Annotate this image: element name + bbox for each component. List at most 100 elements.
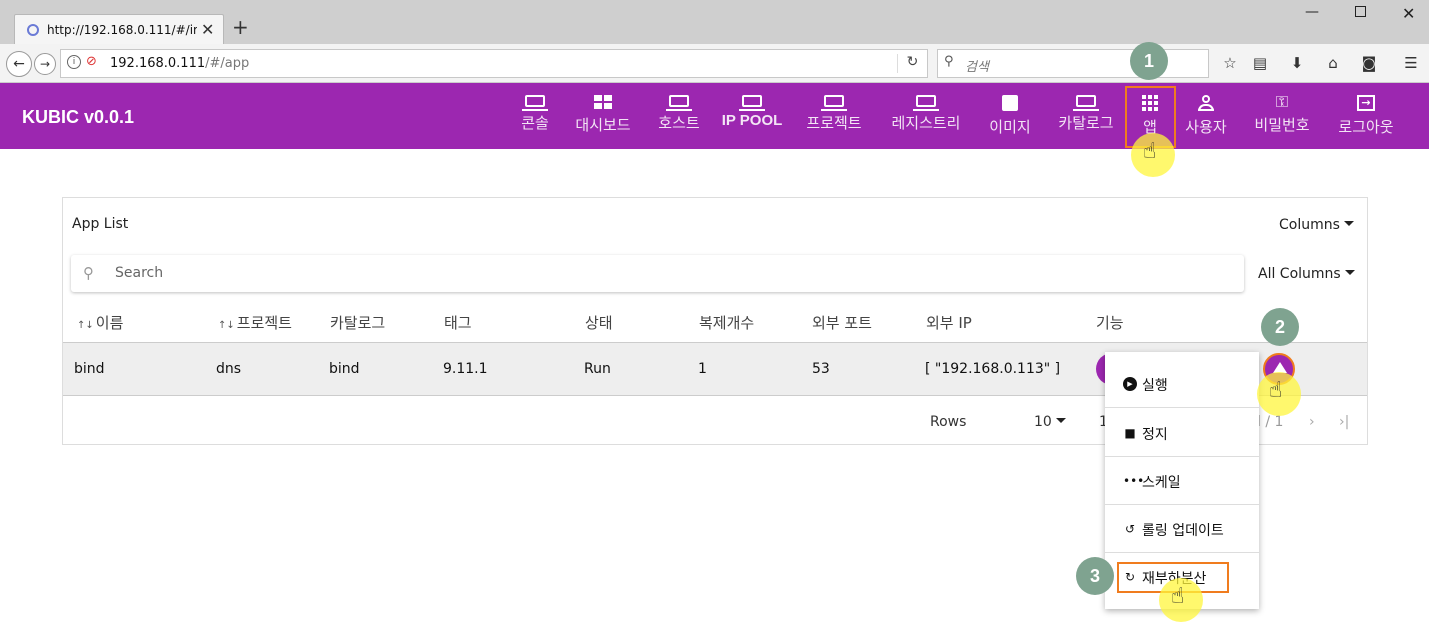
rows-label: Rows [930, 414, 967, 430]
sort-icon: ↑↓ [77, 320, 94, 331]
caret-down-icon [1055, 418, 1066, 423]
menu-label: 카탈로그 [1058, 114, 1114, 132]
browser-search-placeholder: 검색 [965, 60, 989, 75]
menu-item-stop[interactable]: ■ 정지 [1105, 409, 1259, 457]
menu-item-registry[interactable]: 레지스트리 [884, 83, 968, 149]
new-tab-icon[interactable]: + [232, 17, 249, 37]
menu-icon[interactable]: ☰ [1401, 54, 1421, 72]
cell-external-port: 53 [812, 361, 830, 377]
download-icon[interactable]: ⬇ [1287, 54, 1307, 72]
rows-per-page-select[interactable]: 10 [1034, 414, 1066, 430]
menu-item-project[interactable]: 프로젝트 [799, 83, 869, 149]
column-header-actions: 기능 [1096, 314, 1124, 332]
key-icon: ⚿ [1275, 92, 1289, 111]
cell-catalog: bind [329, 361, 360, 377]
caret-down-icon [1344, 270, 1355, 275]
tab-title: http://192.168.0.111/#/imag [47, 23, 197, 37]
menu-item-scale[interactable]: ••• 스케일 [1105, 457, 1259, 505]
browser-tab-bar: http://192.168.0.111/#/imag ✕ + — ✕ [0, 0, 1429, 44]
undo-icon: ↺ [1124, 522, 1136, 536]
menu-item-user[interactable]: 사용자 [1178, 83, 1234, 149]
bookmark-star-icon[interactable]: ☆ [1220, 54, 1240, 72]
forward-icon[interactable]: → [34, 53, 56, 75]
pocket-icon[interactable]: ◙ [1359, 54, 1379, 72]
last-page-icon[interactable]: ›| [1339, 414, 1349, 430]
header-label: 프로젝트 [236, 314, 292, 332]
all-columns-button[interactable]: All Columns [1258, 266, 1355, 282]
menu-item-run[interactable]: ▶ 실행 [1105, 360, 1259, 408]
maximize-icon[interactable] [1355, 6, 1366, 17]
column-header-replicas: 복제개수 [699, 314, 755, 332]
column-header-catalog: 카탈로그 [330, 314, 386, 332]
cell-replicas: 1 [698, 361, 707, 377]
menu-label: 프로젝트 [806, 114, 862, 132]
browser-tab[interactable]: http://192.168.0.111/#/imag ✕ [14, 14, 224, 44]
step-badge-3: 3 [1076, 557, 1114, 595]
menu-label: 호스트 [658, 114, 700, 132]
menu-item-logout[interactable]: → 로그아웃 [1331, 83, 1401, 149]
caret-down-icon [1343, 221, 1354, 226]
cell-tag: 9.11.1 [443, 361, 488, 377]
search-input[interactable] [115, 263, 1015, 283]
home-icon[interactable]: ⌂ [1323, 54, 1343, 72]
menu-label: 로그아웃 [1338, 118, 1394, 136]
cursor-hand-icon [1131, 133, 1175, 177]
laptop-icon [913, 95, 939, 111]
columns-label: Columns [1279, 217, 1340, 233]
app-header: KUBIC v0.0.1 콘솔 대시보드 호스트 IP POOL 프로젝트 레지… [0, 83, 1429, 149]
reading-list-icon[interactable]: ▤ [1250, 54, 1270, 72]
menu-label: 비밀번호 [1254, 116, 1310, 134]
browser-search-bar[interactable]: ⚲ 검색 [937, 49, 1209, 78]
menu-item-catalog[interactable]: 카탈로그 [1051, 83, 1121, 149]
column-header-external-ip: 외부 IP [926, 314, 972, 332]
minimize-icon[interactable]: — [1305, 4, 1319, 20]
logout-icon: → [1357, 95, 1375, 111]
menu-item-rolling-update[interactable]: ↺ 롤링 업데이트 [1105, 505, 1259, 553]
cell-project: dns [216, 361, 242, 377]
next-page-icon[interactable]: › [1309, 414, 1315, 430]
menu-item-console[interactable]: 콘솔 [515, 83, 555, 149]
back-icon[interactable]: ← [6, 51, 32, 77]
menu-item-dashboard[interactable]: 대시보드 [568, 83, 638, 149]
url-text: 192.168.0.111/#/app [110, 56, 249, 71]
laptop-icon [1073, 95, 1099, 111]
search-field[interactable]: ⚲ [71, 255, 1244, 292]
menu-item-password[interactable]: ⚿ 비밀번호 [1247, 83, 1317, 149]
info-icon[interactable]: i [67, 55, 81, 69]
column-header-name[interactable]: ↑↓ 이름 [77, 312, 123, 333]
app-brand: KUBIC v0.0.1 [22, 107, 135, 127]
header-label: 이름 [95, 314, 124, 332]
column-header-status: 상태 [585, 314, 613, 332]
image-icon [1002, 95, 1018, 111]
rows-value: 10 [1034, 414, 1052, 430]
url-path: /#/app [205, 56, 250, 71]
cell-name: bind [74, 361, 105, 377]
sort-icon: ↑↓ [218, 320, 235, 331]
screen: { "browser": { "tab_title": "http://192.… [0, 0, 1429, 622]
column-header-project[interactable]: ↑↓ 프로젝트 [218, 312, 292, 333]
insecure-lock-icon[interactable]: ⊘ [86, 54, 97, 69]
menu-label: IP POOL [721, 112, 783, 129]
url-bar[interactable]: i ⊘ 192.168.0.111/#/app ↻ [60, 49, 928, 78]
window-close-icon[interactable]: ✕ [1402, 4, 1415, 23]
dashboard-icon [594, 95, 612, 109]
page-text: l / 1 [1257, 414, 1284, 430]
close-tab-icon[interactable]: ✕ [201, 20, 214, 39]
laptop-icon [821, 95, 847, 111]
cursor-hand-icon [1257, 372, 1301, 416]
menu-item-ip-pool[interactable]: IP POOL [720, 83, 784, 149]
cell-status: Run [584, 361, 611, 377]
menu-item-image[interactable]: 이미지 [983, 83, 1037, 149]
favicon-icon [27, 24, 39, 36]
reload-icon[interactable]: ↻ [897, 54, 927, 73]
menu-label: 이미지 [989, 118, 1031, 136]
laptop-icon [522, 95, 548, 111]
columns-button[interactable]: Columns [1279, 217, 1354, 233]
cursor-hand-icon [1159, 578, 1203, 622]
menu-item-host[interactable]: 호스트 [652, 83, 706, 149]
play-icon: ▶ [1123, 377, 1137, 391]
menu-label: 레지스트리 [891, 114, 961, 132]
menu-item-label: 롤링 업데이트 [1142, 523, 1224, 539]
laptop-icon [739, 95, 765, 111]
column-header-tag: 태그 [444, 314, 472, 332]
